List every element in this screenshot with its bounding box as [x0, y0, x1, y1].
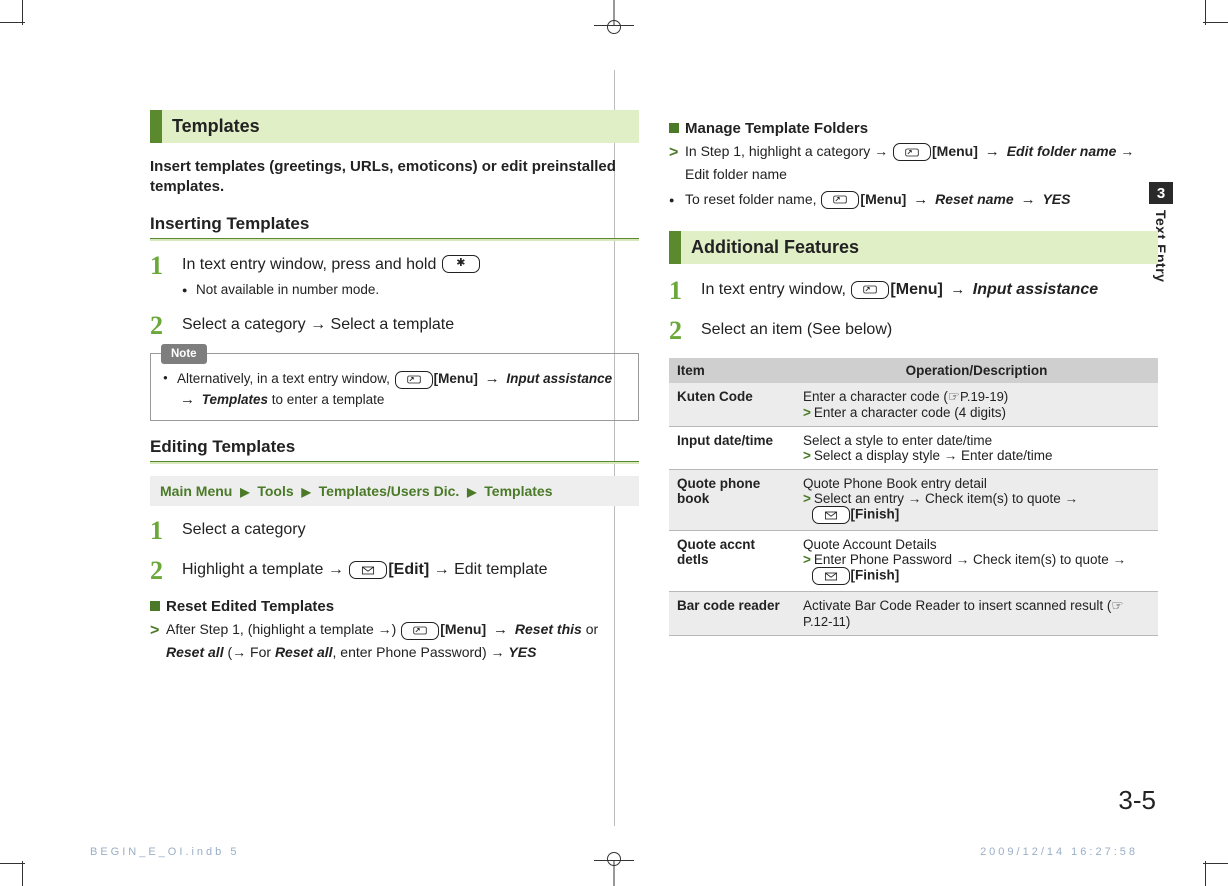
row-barcode-name: Bar code reader	[669, 592, 795, 636]
mini-head-manage: Manage Template Folders	[669, 120, 1158, 137]
cmd-edit-folder: Edit folder name	[1007, 143, 1117, 159]
step-text: Select a category	[182, 518, 306, 541]
row-date-desc: Select a style to enter date/time >Selec…	[795, 427, 1158, 470]
path-a: Main Menu	[160, 483, 232, 499]
menu-label: [Menu]	[440, 621, 486, 637]
row-account-desc: Quote Account Details >Enter Phone Passw…	[795, 531, 1158, 592]
menu-label: [Menu]	[932, 143, 978, 159]
step-number: 2	[669, 318, 689, 344]
intro-text: Insert templates (greetings, URLs, emoti…	[150, 157, 639, 198]
row-kuten-desc: Enter a character code (☞P.19-19) >Enter…	[795, 383, 1158, 427]
mail-key-icon	[349, 561, 387, 579]
footer-right: 2009/12/14 16:27:58	[980, 846, 1138, 858]
cmd-yes: YES	[508, 644, 536, 660]
cmd-reset-all: Reset all	[166, 644, 224, 660]
step-body: Highlight a template → [Edit] → Edit tem…	[182, 558, 547, 581]
note-tail: to enter a template	[268, 392, 384, 407]
menu-label: [Menu]	[890, 281, 942, 298]
path-d: Templates	[484, 483, 552, 499]
row-phonebook-name: Quote phone book	[669, 470, 795, 531]
text: After Step 1, (highlight a template →)	[166, 621, 400, 637]
mail-key-icon	[812, 567, 850, 585]
step-number: 1	[150, 253, 170, 279]
step-text: Select a category → Select a template	[182, 313, 454, 336]
row-date-name: Input date/time	[669, 427, 795, 470]
section-title: Templates	[162, 110, 270, 143]
mini-head-reset: Reset Edited Templates	[150, 598, 639, 615]
manage-line1: > In Step 1, highlight a category → [Men…	[669, 141, 1158, 185]
step-text: In text entry window, press and hold	[182, 256, 441, 273]
cmd-input-assistance: Input assistance	[506, 371, 612, 386]
step-text: Select an item (See below)	[701, 318, 892, 341]
step-number: 2	[150, 313, 170, 339]
subhead-editing: Editing Templates	[150, 437, 639, 457]
cmd-templates: Templates	[202, 392, 268, 407]
step-body: In text entry window, press and hold ✱ N…	[182, 253, 481, 300]
cmd-reset-name: Reset name	[935, 191, 1014, 207]
text: In Step 1, highlight a category →	[685, 143, 892, 159]
reset-line: > After Step 1, (highlight a template →)…	[150, 619, 639, 663]
right-column: Manage Template Folders > In Step 1, hig…	[669, 110, 1158, 786]
softkey-icon	[821, 191, 859, 209]
softkey-icon	[401, 622, 439, 640]
features-table: Item Operation/Description Kuten Code En…	[669, 358, 1158, 636]
step-number: 2	[150, 558, 170, 584]
softkey-icon	[851, 281, 889, 299]
text: In text entry window,	[701, 281, 850, 298]
step-note: Not available in number mode.	[182, 280, 481, 300]
path-b: Tools	[257, 483, 293, 499]
row-account-name: Quote accnt detls	[669, 531, 795, 592]
section-title: Additional Features	[681, 231, 869, 264]
path-c: Templates/Users Dic.	[319, 483, 460, 499]
menu-path: Main Menu ▶ Tools ▶ Templates/Users Dic.…	[150, 476, 639, 506]
text: or	[582, 621, 598, 637]
softkey-icon	[395, 371, 433, 389]
row-kuten-name: Kuten Code	[669, 383, 795, 427]
cmd-reset-all: Reset all	[275, 644, 333, 660]
edit-label: [Edit]	[388, 561, 429, 578]
step-text: Highlight a template →	[182, 561, 348, 578]
mail-key-icon	[812, 506, 850, 524]
footer-left: BEGIN_E_OI.indb 5	[90, 846, 239, 858]
section-templates: Templates	[150, 110, 639, 143]
left-column: Templates Insert templates (greetings, U…	[150, 110, 639, 786]
cmd-reset-this: Reset this	[515, 621, 582, 637]
subhead-inserting: Inserting Templates	[150, 214, 639, 234]
star-key-icon: ✱	[442, 255, 480, 273]
manage-line2: To reset folder name, [Menu] → Reset nam…	[669, 189, 1158, 212]
col-operation: Operation/Description	[795, 358, 1158, 383]
section-additional: Additional Features	[669, 231, 1158, 264]
step-body: In text entry window, [Menu] → Input ass…	[701, 278, 1098, 301]
col-item: Item	[669, 358, 795, 383]
note-label: Note	[161, 344, 207, 364]
cmd-input-assistance: Input assistance	[973, 281, 1098, 298]
step-number: 1	[669, 278, 689, 304]
menu-label: [Menu]	[434, 371, 478, 386]
row-phonebook-desc: Quote Phone Book entry detail >Select an…	[795, 470, 1158, 531]
row-barcode-desc: Activate Bar Code Reader to insert scann…	[795, 592, 1158, 636]
step-number: 1	[150, 518, 170, 544]
menu-label: [Menu]	[860, 191, 906, 207]
text: To reset folder name,	[685, 191, 820, 207]
mini-head-text: Manage Template Folders	[685, 120, 868, 137]
text: (→ For	[224, 644, 275, 660]
softkey-icon	[893, 143, 931, 161]
note-box: Note Alternatively, in a text entry wind…	[150, 353, 639, 421]
page-number: 3-5	[1118, 785, 1156, 816]
step-text: → Edit template	[434, 561, 548, 578]
mini-head-text: Reset Edited Templates	[166, 598, 334, 615]
text: , enter Phone Password) →	[333, 644, 509, 660]
cmd-yes: YES	[1042, 191, 1070, 207]
note-text: Alternatively, in a text entry window,	[177, 371, 394, 386]
